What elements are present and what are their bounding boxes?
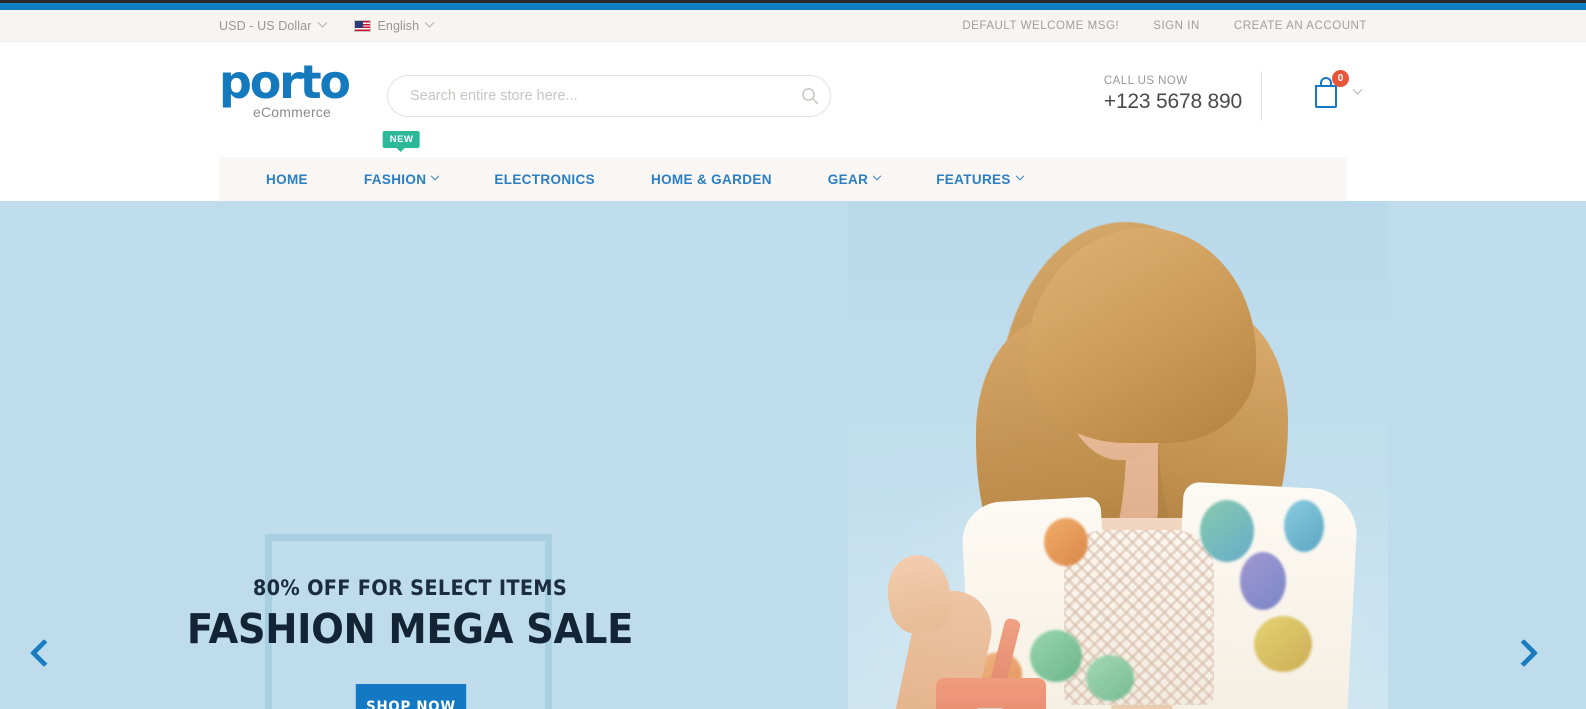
main-navigation: HOME NEW FASHION ELECTRONICS HOME & GARD… [219,131,1347,201]
hero-copy: 80% OFF FOR SELECT ITEMS FASHION MEGA SA… [120,576,700,651]
page-root: USD - US Dollar English DEFAULT WELCOME … [0,0,1586,709]
hero-title: FASHION MEGA SALE [186,605,634,653]
hero-subtitle: 80% OFF FOR SELECT ITEMS [252,576,568,601]
create-account-link[interactable]: CREATE AN ACCOUNT [1234,20,1367,32]
nav-label: GEAR [827,171,869,187]
call-us-block: CALL US NOW +123 5678 890 [1104,75,1242,114]
chevron-down-icon [1015,171,1025,181]
nav-item-home-garden[interactable]: HOME & GARDEN [623,157,800,201]
chevron-down-icon [872,171,882,181]
hero-banner: 80% OFF FOR SELECT ITEMS FASHION MEGA SA… [0,201,1586,709]
cart-button[interactable]: 0 [1310,70,1363,109]
welcome-message: DEFAULT WELCOME MSG! [962,19,1120,32]
chevron-left-icon [29,638,59,668]
language-label: English [377,18,420,33]
nav-item-fashion[interactable]: NEW FASHION [336,131,466,201]
nav-label: HOME [266,171,308,187]
nav-new-badge: NEW [382,131,420,148]
nav-label: HOME & GARDEN [650,171,772,187]
nav-label: ELECTRONICS [494,171,595,187]
search-bar[interactable] [387,75,831,117]
carousel-next-button[interactable] [1502,631,1546,675]
shop-now-button[interactable]: SHOP NOW [355,684,467,709]
top-bar: USD - US Dollar English DEFAULT WELCOME … [0,10,1586,42]
search-input[interactable] [388,88,790,104]
nav-item-features[interactable]: FEATURES [908,157,1051,201]
us-flag-icon [353,19,371,32]
language-selector[interactable]: English [353,17,435,33]
phone-number[interactable]: +123 5678 890 [1104,90,1242,114]
site-header: porto eCommerce CALL US NOW +123 5678 89… [0,43,1586,201]
hero-model-photo [848,201,1388,709]
top-accent-stripe [0,3,1586,10]
nav-item-electronics[interactable]: ELECTRONICS [466,157,623,201]
header-divider [1261,71,1262,121]
nav-label: FEATURES [936,171,1011,187]
cart-count-badge: 0 [1332,70,1349,87]
chevron-down-icon[interactable] [1352,84,1363,95]
logo-wordmark: porto [219,55,351,109]
currency-selector[interactable]: USD - US Dollar [219,17,327,33]
currency-label: USD - US Dollar [219,18,312,33]
nav-item-gear[interactable]: GEAR [800,157,908,201]
nav-item-home[interactable]: HOME [238,157,336,201]
nav-label: FASHION [363,171,427,187]
shopping-bag-icon: 0 [1310,70,1349,109]
search-icon[interactable] [790,76,830,116]
chevron-down-icon [424,17,435,28]
call-us-label: CALL US NOW [1103,75,1188,87]
chevron-down-icon [317,17,327,28]
site-logo[interactable]: porto eCommerce [219,55,379,120]
chevron-right-icon [1509,638,1539,668]
chevron-down-icon [431,171,440,181]
carousel-prev-button[interactable] [22,631,66,675]
sign-in-link[interactable]: SIGN IN [1153,20,1200,32]
